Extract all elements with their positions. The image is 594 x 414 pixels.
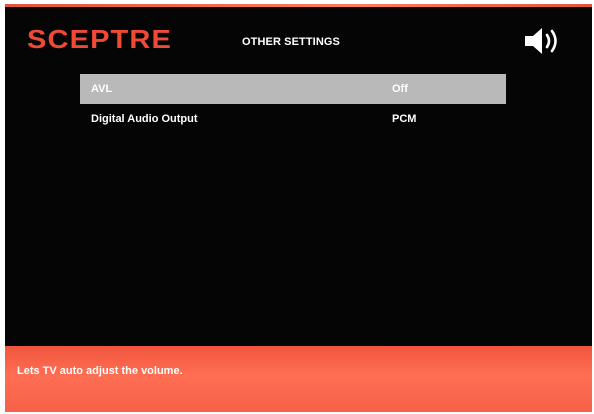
help-text: Lets TV auto adjust the volume. xyxy=(17,365,183,377)
help-bar: Lets TV auto adjust the volume. xyxy=(5,346,592,412)
page-title: OTHER SETTINGS xyxy=(242,36,340,48)
menu-item-avl[interactable]: AVL Off xyxy=(80,74,506,104)
menu-item-value: Off xyxy=(392,83,408,95)
sceptre-logo: SCEPTRE xyxy=(27,24,172,54)
logo-text: SCEPTRE xyxy=(27,24,172,54)
top-accent-line xyxy=(5,4,592,7)
settings-menu: AVL Off Digital Audio Output PCM xyxy=(80,74,506,134)
menu-item-digital-audio-output[interactable]: Digital Audio Output PCM xyxy=(80,104,506,134)
menu-item-value: PCM xyxy=(392,113,417,125)
menu-item-label: AVL xyxy=(91,83,113,95)
menu-item-label: Digital Audio Output xyxy=(91,113,198,125)
tv-screen: SCEPTRE OTHER SETTINGS AVL Off Digital A… xyxy=(5,4,592,412)
speaker-icon xyxy=(525,28,557,54)
